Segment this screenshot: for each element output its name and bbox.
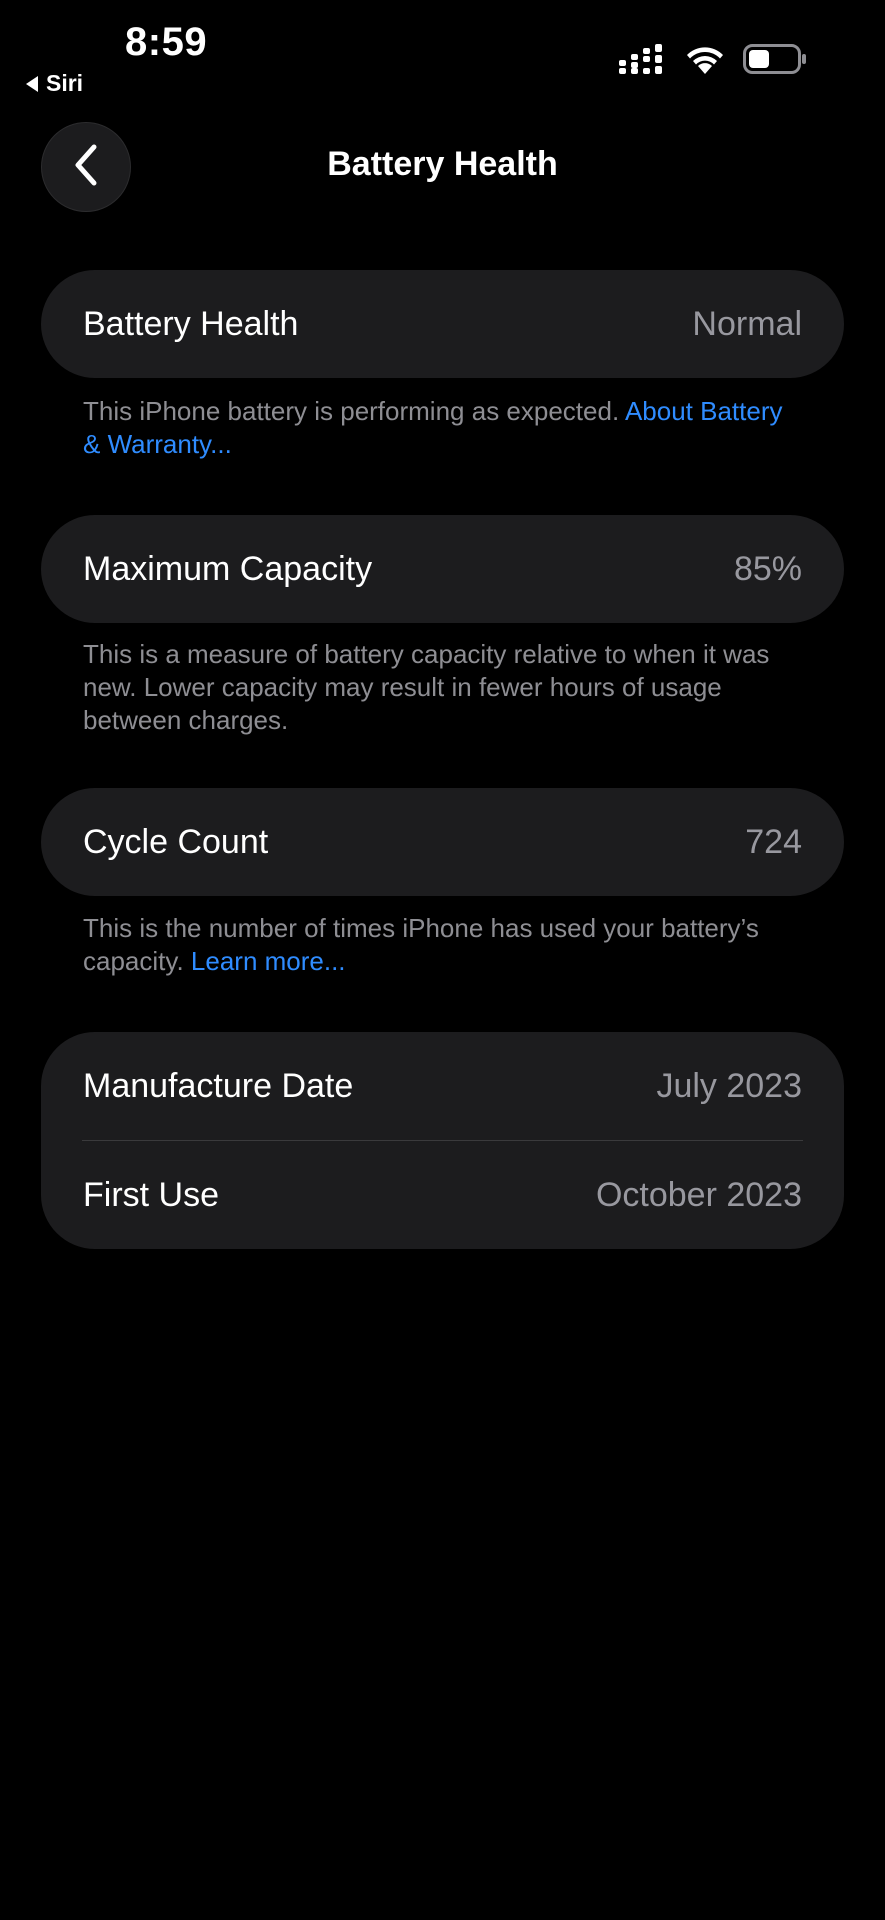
manufacture-date-row: Manufacture Date July 2023 — [41, 1032, 844, 1140]
battery-health-group: Battery Health Normal — [41, 270, 844, 378]
max-capacity-value: 85% — [733, 549, 802, 588]
battery-health-row: Battery Health Normal — [41, 270, 844, 378]
page-title: Battery Health — [327, 145, 558, 183]
first-use-value: October 2023 — [595, 1175, 802, 1214]
manufacture-date-label: Manufacture Date — [83, 1066, 354, 1105]
first-use-label: First Use — [83, 1175, 219, 1214]
dates-group: Manufacture Date July 2023 First Use Oct… — [41, 1032, 844, 1249]
back-app-label: Siri — [46, 70, 84, 96]
max-capacity-group: Maximum Capacity 85% — [41, 515, 844, 623]
first-use-row: First Use October 2023 — [41, 1141, 844, 1249]
cycle-count-footnote: This is the number of times iPhone has u… — [83, 912, 783, 978]
back-to-siri[interactable]: Siri — [26, 70, 83, 97]
cycle-count-row: Cycle Count 724 — [41, 788, 844, 896]
status-time: 8:59 — [125, 20, 208, 64]
manufacture-date-value: July 2023 — [656, 1066, 802, 1105]
max-capacity-footnote: This is a measure of battery capacity re… — [83, 639, 770, 735]
status-icons — [619, 44, 807, 74]
battery-icon — [743, 44, 807, 74]
battery-health-footnote: This iPhone battery is performing as exp… — [83, 395, 783, 461]
learn-more-link[interactable]: Learn more... — [191, 946, 346, 976]
battery-health-footnote-text: This iPhone battery is performing as exp… — [83, 396, 625, 426]
back-triangle-icon — [26, 75, 38, 92]
cellular-signal-icon — [619, 44, 667, 74]
battery-health-label: Battery Health — [83, 304, 299, 343]
wifi-icon — [685, 44, 725, 74]
cycle-count-value: 724 — [745, 822, 802, 861]
max-capacity-label: Maximum Capacity — [83, 549, 373, 588]
battery-health-value: Normal — [692, 304, 802, 343]
cycle-count-footnote-text: This is the number of times iPhone has u… — [83, 913, 759, 976]
cycle-count-group: Cycle Count 724 — [41, 788, 844, 896]
max-capacity-row: Maximum Capacity 85% — [41, 515, 844, 623]
cycle-count-label: Cycle Count — [83, 822, 269, 861]
